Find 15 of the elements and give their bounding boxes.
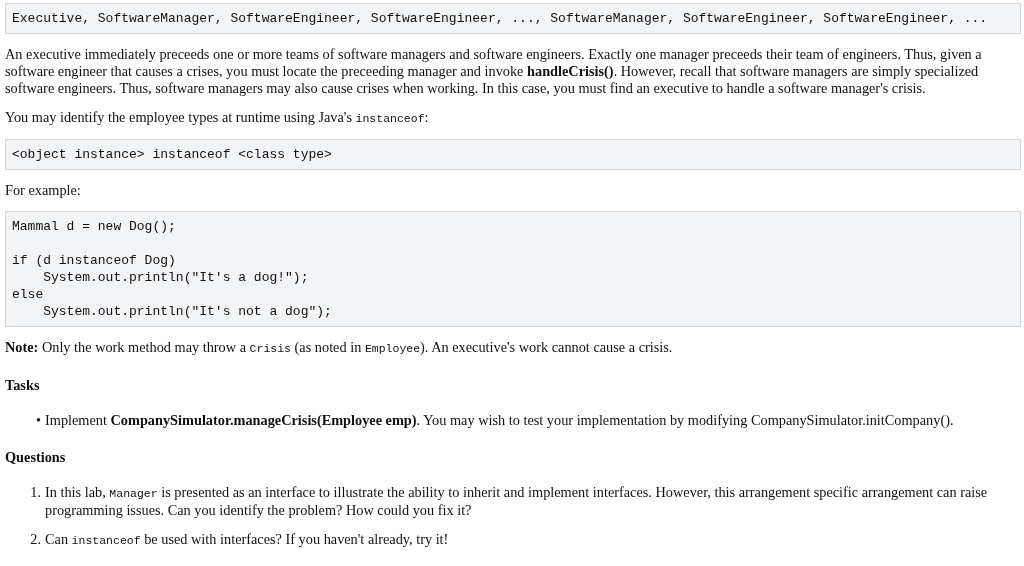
code-block: Executive, SoftwareManager, SoftwareEngineer, SoftwareEngineer, ..., SoftwareManager, SoftwareEngineer, SoftwareEngineer, ...	[5, 3, 1021, 34]
list-marker: 1.	[29, 484, 41, 501]
list-item: Can instanceof be used with interfaces? If you haven't already, try it!	[45, 531, 450, 549]
list-marker: 2.	[29, 531, 41, 548]
list-marker: •	[35, 412, 41, 429]
code-block: <object instance> instanceof <class type>	[5, 139, 1021, 170]
section-heading: Tasks	[5, 377, 41, 394]
paragraph: For example:	[5, 182, 82, 199]
code-block: Mammal d = new Dog(); if (d instanceof Dog) System.out.println("It's a dog!"); else System.out.println("It's not a dog");	[5, 211, 1021, 327]
paragraph: You may identify the employee types at runtime using Java's instanceof:	[5, 109, 430, 127]
list-item: Implement CompanySimulator.manageCrisis(Employee emp). You may wish to test your implementation by modifying CompanySimulator.initCompany().	[45, 412, 955, 429]
list-item: In this lab, Manager is presented as an interface to illustrate the ability to inherit and implement interfaces. However, this arrangement specific arrangement can raise programming issues. Can you identify the problem? How could you fix it?	[45, 484, 989, 519]
paragraph: An executive immediately preceeds one or more teams of software managers and software engineers. Exactly one manager preceeds their team of engineers. Thus, given a software engineer that causes a crises, you must locate the preceeding manager and invoke handleCrisis(). However, recall that software managers are simply specialized software engineers. Thus, software managers may also cause crises when working. In this case, you must find an executive to handle a software manager's crisis.	[5, 46, 983, 97]
section-heading: Questions	[5, 449, 67, 466]
paragraph: Note: Only the work method may throw a Crisis (as noted in Employee). An executive's work cannot cause a crisis.	[5, 339, 674, 357]
